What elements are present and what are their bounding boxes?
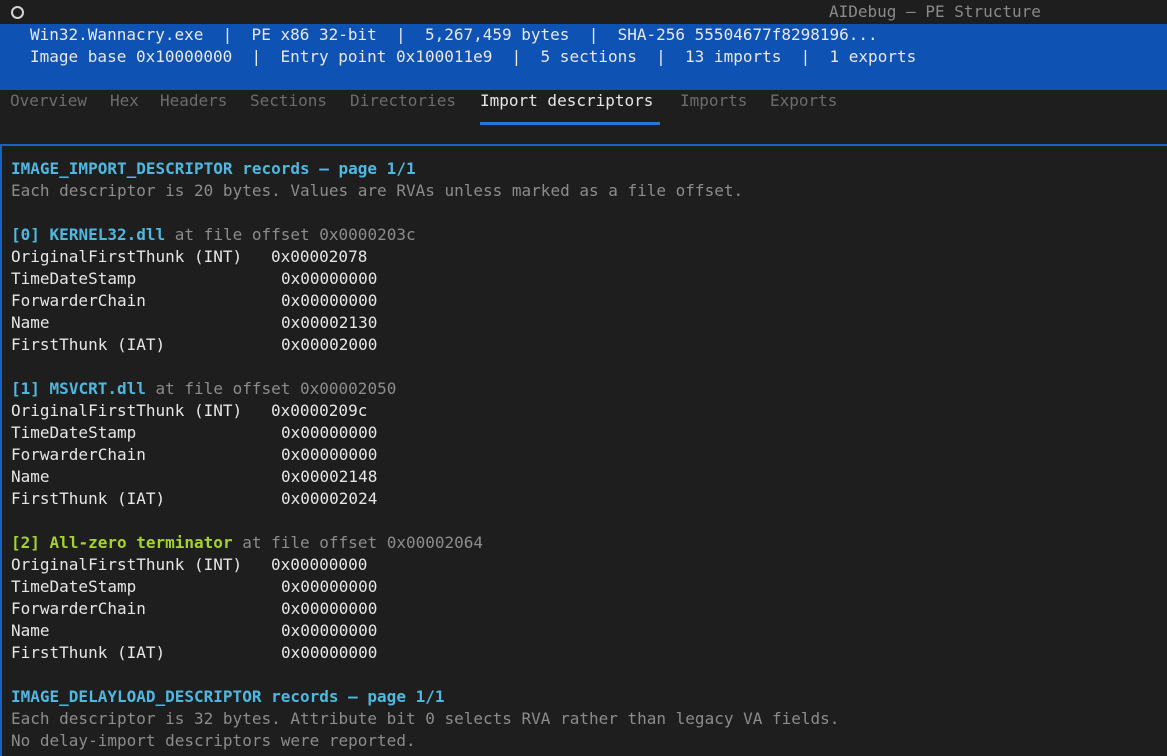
field-value: 0x00002148 — [281, 467, 378, 486]
file-summary-line: Win32.Wannacry.exe | PE x86 32-bit | 5,2… — [30, 25, 878, 44]
descriptor-dll-name: KERNEL32.dll — [49, 225, 166, 244]
field-row: Name 0x00000000 — [11, 620, 377, 642]
field-label: FirstThunk (IAT) — [11, 643, 166, 662]
window-menu-icon[interactable] — [11, 6, 24, 19]
tab-import-descriptors[interactable]: Import descriptors — [480, 90, 660, 125]
tab-label: Overview — [10, 91, 88, 110]
field-row: OriginalFirstThunk (INT) 0x00002078 — [11, 246, 367, 268]
descriptor-index: [1] — [11, 379, 40, 398]
field-label: ForwarderChain — [11, 291, 146, 310]
field-value: 0x00000000 — [281, 445, 378, 464]
field-value: 0x00000000 — [281, 621, 378, 640]
field-value: 0x00002130 — [281, 313, 378, 332]
image-summary-line: Image base 0x10000000 | Entry point 0x10… — [30, 47, 917, 66]
field-label: Name — [11, 313, 50, 332]
field-label: TimeDateStamp — [11, 423, 137, 442]
descriptor-header: [1] MSVCRT.dll at file offset 0x00002050 — [11, 378, 396, 400]
field-row: FirstThunk (IAT) 0x00002000 — [11, 334, 377, 356]
import-section-title: IMAGE_IMPORT_DESCRIPTOR records — page 1… — [11, 159, 416, 178]
field-row: TimeDateStamp 0x00000000 — [11, 422, 377, 444]
field-value: 0x00000000 — [281, 643, 378, 662]
field-row: Name 0x00002148 — [11, 466, 377, 488]
field-row: Name 0x00002130 — [11, 312, 377, 334]
tab-label: Exports — [770, 91, 838, 110]
tab-label: Imports — [680, 91, 748, 110]
tab-label: Import descriptors — [480, 91, 654, 110]
field-row: ForwarderChain 0x00000000 — [11, 444, 377, 466]
field-row: OriginalFirstThunk (INT) 0x00000000 — [11, 554, 367, 576]
field-value: 0x00000000 — [271, 555, 368, 574]
field-row: ForwarderChain 0x00000000 — [11, 290, 377, 312]
tab-imports[interactable]: Imports — [680, 90, 747, 125]
descriptor-index: [2] — [11, 533, 40, 552]
window-title: AIDebug — PE Structure — [829, 2, 1041, 21]
field-value: 0x00002078 — [271, 247, 368, 266]
field-value: 0x00000000 — [281, 423, 378, 442]
file-info-bar: Win32.Wannacry.exe | PE x86 32-bit | 5,2… — [0, 24, 1167, 90]
descriptor-terminator-label: All-zero terminator — [49, 533, 233, 552]
field-label: Name — [11, 467, 50, 486]
field-row: FirstThunk (IAT) 0x00002024 — [11, 488, 377, 510]
descriptor-offset: at file offset 0x00002050 — [155, 379, 397, 398]
tab-label: Directories — [350, 91, 456, 110]
delayload-section-description: Each descriptor is 32 bytes. Attribute b… — [11, 709, 840, 728]
descriptor-header: [2] All-zero terminator at file offset 0… — [11, 532, 483, 554]
tab-label: Hex — [110, 91, 139, 110]
field-label: ForwarderChain — [11, 445, 146, 464]
tab-directories[interactable]: Directories — [350, 90, 456, 125]
active-tab-indicator — [480, 122, 660, 125]
field-value: 0x0000209c — [271, 401, 368, 420]
tab-sections[interactable]: Sections — [250, 90, 327, 125]
field-label: FirstThunk (IAT) — [11, 335, 166, 354]
field-label: OriginalFirstThunk (INT) — [11, 401, 243, 420]
field-label: OriginalFirstThunk (INT) — [11, 555, 243, 574]
field-row: TimeDateStamp 0x00000000 — [11, 268, 377, 290]
tab-bar: Overview Hex Headers Sections Directorie… — [0, 90, 1167, 125]
field-row: TimeDateStamp 0x00000000 — [11, 576, 377, 598]
field-row: OriginalFirstThunk (INT) 0x0000209c — [11, 400, 367, 422]
field-row: FirstThunk (IAT) 0x00000000 — [11, 642, 377, 664]
field-value: 0x00002024 — [281, 489, 378, 508]
descriptor-index: [0] — [11, 225, 40, 244]
field-row: ForwarderChain 0x00000000 — [11, 598, 377, 620]
tab-exports[interactable]: Exports — [770, 90, 837, 125]
descriptor-offset: at file offset 0x00002064 — [242, 533, 484, 552]
descriptor-view[interactable]: IMAGE_IMPORT_DESCRIPTOR records — page 1… — [0, 144, 1167, 756]
tab-label: Sections — [250, 91, 328, 110]
delayload-section-note: No delay-import descriptors were reporte… — [11, 731, 416, 750]
tab-label: Headers — [160, 91, 228, 110]
field-value: 0x00000000 — [281, 269, 378, 288]
field-label: TimeDateStamp — [11, 577, 137, 596]
import-section-description: Each descriptor is 20 bytes. Values are … — [11, 181, 744, 200]
field-value: 0x00000000 — [281, 291, 378, 310]
field-value: 0x00000000 — [281, 599, 378, 618]
title-bar: AIDebug — PE Structure — [0, 0, 1167, 24]
field-label: OriginalFirstThunk (INT) — [11, 247, 243, 266]
field-value: 0x00002000 — [281, 335, 378, 354]
field-label: FirstThunk (IAT) — [11, 489, 166, 508]
descriptor-offset: at file offset 0x0000203c — [174, 225, 416, 244]
field-label: ForwarderChain — [11, 599, 146, 618]
tab-hex[interactable]: Hex — [110, 90, 139, 125]
tab-overview[interactable]: Overview — [10, 90, 87, 125]
delayload-section-title: IMAGE_DELAYLOAD_DESCRIPTOR records — pag… — [11, 687, 445, 706]
descriptor-dll-name: MSVCRT.dll — [49, 379, 146, 398]
descriptor-header: [0] KERNEL32.dll at file offset 0x000020… — [11, 224, 416, 246]
field-label: Name — [11, 621, 50, 640]
field-label: TimeDateStamp — [11, 269, 137, 288]
field-value: 0x00000000 — [281, 577, 378, 596]
tab-headers[interactable]: Headers — [160, 90, 227, 125]
